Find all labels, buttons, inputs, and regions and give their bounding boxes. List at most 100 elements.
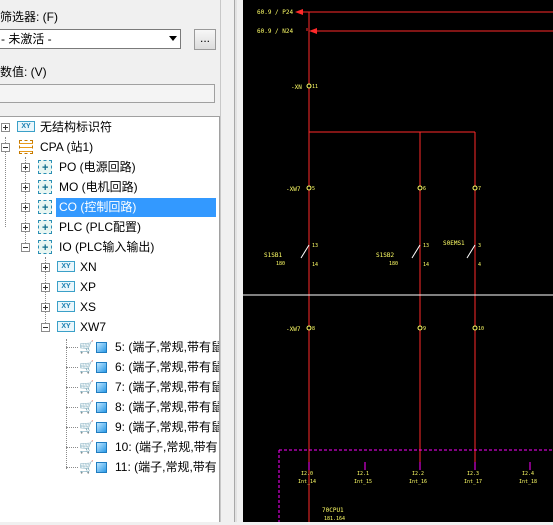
- xy-icon: XY: [57, 281, 75, 292]
- xy-icon: XY: [17, 121, 35, 132]
- tree-item-terminal[interactable]: 🛒 6: (端子,常规,带有鼠: [0, 357, 219, 377]
- tree-item-xn[interactable]: XY XN: [0, 257, 219, 277]
- tree-item-xw7[interactable]: XY XW7: [0, 317, 219, 337]
- plc-input-name: Int_18: [519, 479, 537, 485]
- switch-pin: 4: [478, 262, 481, 268]
- switch-sub: 180: [276, 261, 285, 267]
- switch-name: S1SB1: [264, 252, 282, 259]
- switch-pin: 14: [423, 262, 429, 268]
- tree-item-label: 8: (端子,常规,带有鼠: [115, 400, 220, 414]
- plc-input-name: Int_16: [409, 479, 427, 485]
- tree-item-co[interactable]: CO (控制回路): [0, 197, 219, 218]
- tree-item-cpa[interactable]: CPA (站1): [0, 137, 219, 157]
- expand-icon[interactable]: [41, 283, 50, 292]
- cube-icon: [96, 442, 107, 453]
- tree-item-label: XN: [80, 260, 97, 274]
- tree-connector: [66, 427, 78, 428]
- terminal-dot: [417, 325, 423, 331]
- plc-input-addr: I2.3: [467, 471, 479, 477]
- function-icon: [38, 158, 52, 178]
- tree-connector: [66, 347, 78, 348]
- switch-pin: 14: [312, 262, 318, 268]
- terminal-number: 9: [423, 326, 426, 332]
- terminal-number: 6: [423, 186, 426, 192]
- function-icon: [38, 238, 52, 258]
- tree-item-io[interactable]: IO (PLC输入输出): [0, 237, 219, 258]
- tree-item-terminal[interactable]: 🛒 11: (端子,常规,带有: [0, 457, 219, 477]
- expand-icon[interactable]: [1, 123, 10, 132]
- plc-sub: 181.164: [324, 516, 345, 522]
- filter-label: 筛选器: (F): [0, 10, 58, 24]
- filter-more-button[interactable]: ...: [194, 29, 216, 50]
- plc-input-addr: I2.2: [412, 471, 424, 477]
- filter-select[interactable]: - 未激活 -: [0, 29, 181, 49]
- panel-splitter[interactable]: [220, 0, 243, 522]
- tree-item-terminal[interactable]: 🛒 5: (端子,常规,带有鼠: [0, 337, 219, 357]
- xn-terminal-number: 11: [312, 84, 318, 90]
- tree-item-root[interactable]: XY 无结构标识符: [0, 117, 219, 137]
- tree-item-terminal[interactable]: 🛒 9: (端子,常规,带有鼠: [0, 417, 220, 437]
- tree-item-xp[interactable]: XY XP: [0, 277, 219, 297]
- tree-item-terminal[interactable]: 🛒 8: (端子,常规,带有鼠: [0, 397, 220, 417]
- terminal-dot: [417, 185, 423, 191]
- cube-icon: [96, 422, 107, 433]
- cart-icon: 🛒: [79, 340, 94, 354]
- tree-connector: [66, 387, 78, 388]
- tree-item-terminal[interactable]: 🛒 7: (端子,常规,带有鼠: [0, 377, 219, 397]
- xy-icon: XY: [57, 301, 75, 312]
- tree-item-label: 9: (端子,常规,带有鼠: [115, 420, 220, 434]
- tree-item-terminal[interactable]: 🛒 10: (端子,常规,带有: [0, 437, 219, 457]
- plc-input-addr: I2.4: [522, 471, 534, 477]
- plc-input-addr: I2.0: [301, 471, 313, 477]
- rail-arrow-icon: [309, 28, 317, 34]
- tree-item-mo[interactable]: MO (电机回路): [0, 177, 219, 198]
- structure-tree[interactable]: XY 无结构标识符 CPA (站1) PO (电源回路) MO (电机回路) C…: [0, 116, 220, 522]
- tree-item-plc[interactable]: PLC (PLC配置): [0, 217, 219, 238]
- schematic-drawing[interactable]: 60.9 / P24 60.9 / N24 -XN 11 -XW7 5 6 7 …: [243, 0, 553, 522]
- cart-icon: 🛒: [79, 460, 94, 474]
- collapse-icon[interactable]: [41, 323, 50, 332]
- cart-icon: 🛒: [79, 360, 94, 374]
- expand-icon[interactable]: [21, 163, 30, 172]
- plc-input-ticks: [308, 462, 531, 470]
- collapse-icon[interactable]: [1, 143, 10, 152]
- collapse-icon[interactable]: [21, 243, 30, 252]
- xy-icon: XY: [57, 321, 75, 332]
- list-icon: [19, 140, 33, 154]
- plc-box: [278, 449, 553, 522]
- switch-pin: 13: [423, 243, 429, 249]
- plc-input-addr: I2.1: [357, 471, 369, 477]
- xw7-label-top: -XW7: [286, 186, 301, 193]
- tree-item-po[interactable]: PO (电源回路): [0, 157, 219, 178]
- cube-icon: [96, 402, 107, 413]
- tree-item-label: PLC (PLC配置): [59, 220, 142, 234]
- value-input[interactable]: [0, 84, 215, 103]
- cube-icon: [96, 462, 107, 473]
- expand-icon[interactable]: [21, 203, 30, 212]
- tree-item-xs[interactable]: XY XS: [0, 297, 219, 317]
- terminal-dots: [306, 83, 478, 331]
- splitter-edge: [234, 0, 237, 522]
- expand-icon[interactable]: [41, 303, 50, 312]
- cart-icon: 🛒: [79, 440, 94, 454]
- tree-item-label: PO (电源回路): [59, 160, 136, 174]
- tree-item-label: 11: (端子,常规,带有: [115, 460, 217, 474]
- terminal-dot: [472, 325, 478, 331]
- switch-contact: [466, 244, 476, 259]
- tree-item-label: IO (PLC输入输出): [59, 240, 155, 254]
- tree-item-label: XP: [80, 280, 97, 294]
- expand-icon[interactable]: [21, 183, 30, 192]
- switch-name: S0EMS1: [443, 240, 465, 247]
- switch-pin: 13: [312, 243, 318, 249]
- xn-label: -XN: [291, 84, 302, 91]
- schematic-canvas[interactable]: 60.9 / P24 60.9 / N24 -XN 11 -XW7 5 6 7 …: [243, 0, 553, 522]
- tree-item-label: XW7: [80, 320, 107, 334]
- cube-icon: [96, 342, 107, 353]
- terminal-number: 8: [312, 326, 315, 332]
- tree-connector: [66, 467, 78, 468]
- tree-item-label: 10: (端子,常规,带有: [115, 440, 218, 454]
- expand-icon[interactable]: [41, 263, 50, 272]
- expand-icon[interactable]: [21, 223, 30, 232]
- rail-label-n24: 60.9 / N24: [257, 28, 294, 35]
- plc-input-name: Int_17: [464, 479, 482, 485]
